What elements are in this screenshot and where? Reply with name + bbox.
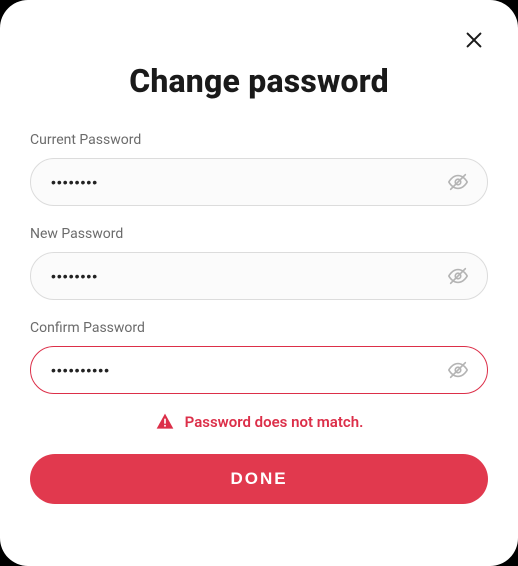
eye-off-icon [447, 171, 469, 193]
confirm-password-input-wrap [30, 346, 488, 394]
done-button[interactable]: DONE [30, 454, 488, 504]
toggle-current-password-visibility[interactable] [443, 167, 473, 197]
new-password-label: New Password [30, 226, 488, 242]
current-password-input[interactable] [51, 174, 437, 190]
field-confirm-password: Confirm Password [30, 320, 488, 394]
change-password-dialog: Change password Current Password New Pas… [0, 0, 518, 566]
field-current-password: Current Password [30, 132, 488, 206]
eye-off-icon [447, 265, 469, 287]
toggle-new-password-visibility[interactable] [443, 261, 473, 291]
current-password-input-wrap [30, 158, 488, 206]
error-message-row: Password does not match. [30, 412, 488, 432]
alert-triangle-icon [155, 412, 175, 432]
new-password-input[interactable] [51, 268, 437, 284]
close-button[interactable] [460, 26, 488, 54]
new-password-input-wrap [30, 252, 488, 300]
toggle-confirm-password-visibility[interactable] [443, 355, 473, 385]
error-message-text: Password does not match. [185, 413, 364, 431]
field-new-password: New Password [30, 226, 488, 300]
dialog-title: Change password [30, 62, 488, 100]
eye-off-icon [447, 359, 469, 381]
confirm-password-label: Confirm Password [30, 320, 488, 336]
current-password-label: Current Password [30, 132, 488, 148]
confirm-password-input[interactable] [51, 362, 437, 378]
close-icon [463, 29, 485, 51]
